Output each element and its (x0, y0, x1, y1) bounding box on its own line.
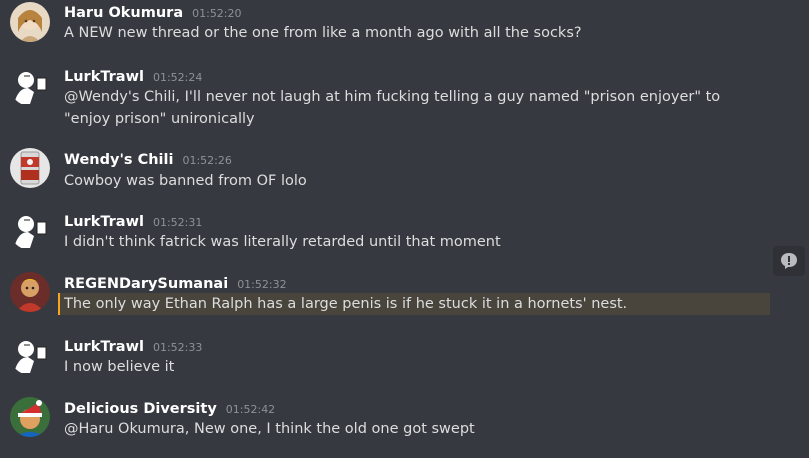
author-name[interactable]: Delicious Diversity (64, 401, 217, 417)
character-avatar[interactable] (10, 272, 50, 312)
chili-can-avatar[interactable] (10, 148, 50, 188)
author-name[interactable]: REGENDarySumanai (64, 276, 228, 292)
chat-message-list: Haru Okumura 01:52:20 A NEW new thread or… (0, 0, 809, 458)
author-name[interactable]: LurkTrawl (64, 69, 144, 85)
message-text: I now believe it (64, 359, 175, 375)
drinking-man-avatar[interactable] (10, 210, 50, 250)
timestamp: 01:52:24 (152, 71, 203, 84)
message-text: I didn't think fatrick was literally ret… (64, 234, 501, 250)
author-name[interactable]: Haru Okumura (64, 5, 183, 21)
timestamp: 01:52:33 (152, 341, 203, 354)
author-name[interactable]: Wendy's Chili (64, 152, 173, 168)
timestamp: 01:52:20 (192, 7, 242, 20)
drinking-man-avatar[interactable] (10, 335, 50, 375)
message-text: A NEW new thread or the one from like a … (64, 25, 582, 41)
timestamp: 01:52:32 (237, 278, 287, 291)
message-text: Cowboy was banned from OF lolo (64, 173, 307, 189)
timestamp: 01:52:26 (182, 154, 232, 167)
timestamp: 01:52:31 (152, 216, 203, 229)
message-text: The only way Ethan Ralph has a large pen… (64, 296, 628, 312)
message-text: @Haru Okumura, New one, I think the old … (64, 421, 475, 437)
drinking-man-avatar[interactable] (10, 66, 50, 106)
add-reaction-button[interactable] (773, 246, 805, 276)
timestamp: 01:52:42 (225, 403, 276, 416)
report-icon (781, 253, 797, 269)
author-name[interactable]: LurkTrawl (64, 339, 144, 355)
anime-girl-avatar[interactable] (10, 2, 50, 42)
author-name[interactable]: LurkTrawl (64, 214, 144, 230)
santa-hat-avatar[interactable] (10, 397, 50, 437)
message-text: @Wendy's Chili, I'll never not laugh at … (64, 89, 721, 127)
